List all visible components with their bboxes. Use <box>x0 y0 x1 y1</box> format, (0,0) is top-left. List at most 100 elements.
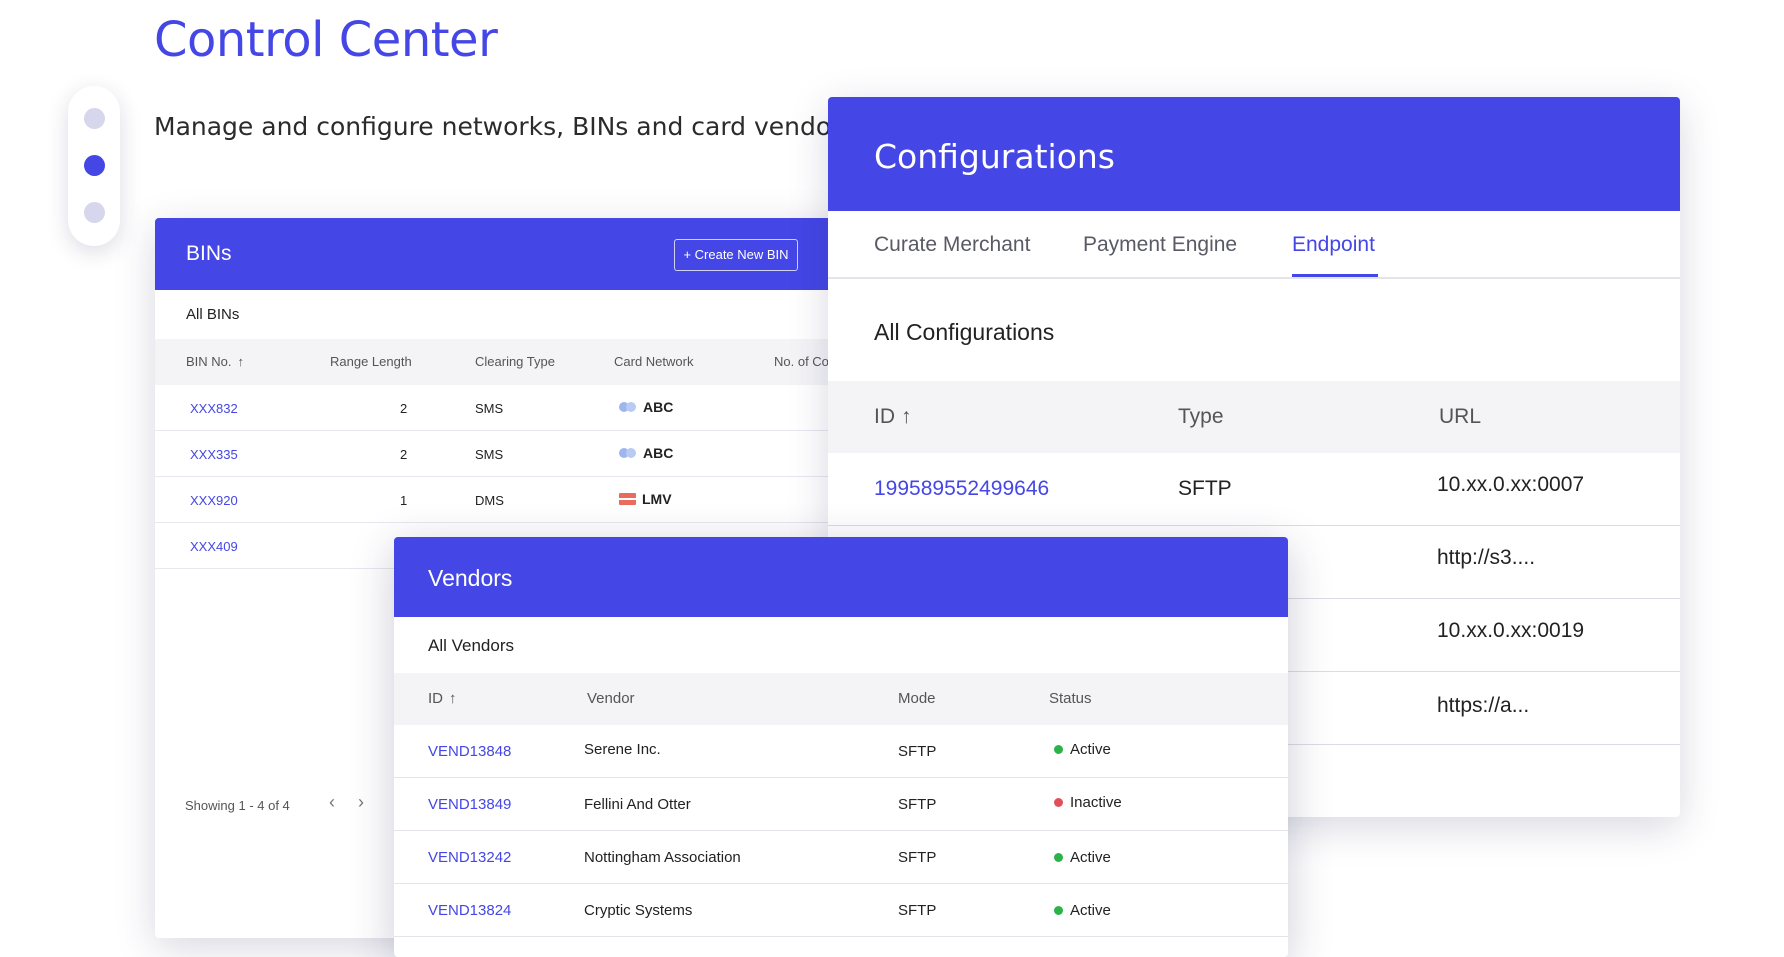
table-row[interactable]: XXX920 1 DMS LMV <box>155 477 915 523</box>
tab-payment-engine[interactable]: Payment Engine <box>1083 233 1237 257</box>
abc-network-icon <box>619 401 637 413</box>
vendors-col-id-label: ID <box>428 690 443 707</box>
bins-col-bin-no[interactable]: BIN No. ↑ <box>186 354 244 369</box>
card-network-label: LMV <box>642 491 672 507</box>
bins-col-range-length[interactable]: Range Length <box>330 354 412 369</box>
sort-arrow-icon: ↑ <box>901 405 912 428</box>
table-row[interactable]: 199589552499646 SFTP 10.xx.0.xx:0007 <box>828 453 1680 526</box>
configuration-url: 10.xx.0.xx:0007 <box>1437 473 1585 496</box>
page-title: Control Center <box>154 12 498 68</box>
sort-arrow-icon: ↑ <box>237 354 245 369</box>
status-badge: Inactive <box>1054 794 1122 811</box>
status-label: Active <box>1070 741 1111 758</box>
next-page-icon[interactable]: › <box>358 792 364 813</box>
vendors-card: Vendors All Vendors ID ↑ Vendor Mode Stat… <box>394 537 1288 957</box>
status-label: Active <box>1070 902 1111 919</box>
vendors-card-header: Vendors <box>394 537 1288 617</box>
status-label: Inactive <box>1070 794 1122 811</box>
card-network: LMV <box>619 491 672 507</box>
vendors-section-label: All Vendors <box>428 636 514 655</box>
configuration-url: http://s3.... <box>1437 546 1536 569</box>
card-network: ABC <box>619 445 673 461</box>
slide-pager <box>68 86 120 246</box>
bins-col-clearing-type[interactable]: Clearing Type <box>475 354 555 369</box>
active-tab-indicator <box>1292 274 1378 277</box>
clearing-type: SMS <box>475 447 504 462</box>
bin-number-link[interactable]: XXX409 <box>190 539 238 554</box>
table-row[interactable]: VEND13848 Serene Inc. SFTP Active <box>394 725 1288 778</box>
status-dot-icon <box>1054 853 1063 862</box>
prev-page-icon[interactable]: ‹ <box>329 792 335 813</box>
bin-number-link[interactable]: XXX335 <box>190 447 238 462</box>
vendor-name: Serene Inc. <box>584 741 661 758</box>
vendors-table-header: ID ↑ Vendor Mode Status <box>394 673 1288 725</box>
create-new-bin-button[interactable]: + Create New BIN <box>674 239 798 271</box>
clearing-type: SMS <box>475 401 504 416</box>
bins-col-card-network[interactable]: Card Network <box>614 354 693 369</box>
bins-title: BINs <box>186 242 232 265</box>
bins-card-header: BINs + Create New BIN <box>155 218 915 290</box>
bin-number-link[interactable]: XXX920 <box>190 493 238 508</box>
card-network-label: ABC <box>643 445 674 461</box>
bins-col-bin-no-label: BIN No. <box>186 354 232 369</box>
bin-number-link[interactable]: XXX832 <box>190 401 238 416</box>
configuration-id-link[interactable]: 199589552499646 <box>874 477 1049 501</box>
abc-network-icon <box>619 447 637 459</box>
vendor-mode: SFTP <box>898 902 937 919</box>
tab-curate-merchant[interactable]: Curate Merchant <box>874 233 1030 257</box>
configurations-table-header: ID ↑ Type URL <box>828 381 1680 453</box>
vendor-mode: SFTP <box>898 796 937 813</box>
vendor-mode: SFTP <box>898 743 937 760</box>
configurations-col-id[interactable]: ID ↑ <box>874 405 912 429</box>
vendor-id-link[interactable]: VEND13824 <box>428 902 511 919</box>
pager-dot-1[interactable] <box>84 108 105 129</box>
status-dot-icon <box>1054 906 1063 915</box>
bins-section-label: All BINs <box>186 306 240 323</box>
vendors-col-mode[interactable]: Mode <box>898 690 936 707</box>
range-length: 2 <box>400 401 408 416</box>
clearing-type: DMS <box>475 493 504 508</box>
vendors-col-status[interactable]: Status <box>1049 690 1092 707</box>
tab-endpoint[interactable]: Endpoint <box>1292 233 1375 257</box>
bins-table-header: BIN No. ↑ Range Length Clearing Type Card… <box>155 339 915 385</box>
table-row[interactable]: VEND13824 Cryptic Systems SFTP Active <box>394 884 1288 937</box>
configurations-col-id-label: ID <box>874 405 895 428</box>
pager-dot-2[interactable] <box>84 155 105 176</box>
vendor-name: Nottingham Association <box>584 849 741 866</box>
vendor-id-link[interactable]: VEND13242 <box>428 849 511 866</box>
configurations-card-header: Configurations <box>828 97 1680 211</box>
lmv-network-icon <box>619 493 636 505</box>
configuration-tabs: Curate Merchant Payment Engine Endpoint <box>828 211 1680 279</box>
range-length: 1 <box>400 493 408 508</box>
table-row[interactable]: XXX335 2 SMS ABC <box>155 431 915 477</box>
status-label: Active <box>1070 849 1111 866</box>
page-subtitle: Manage and configure networks, BINs and … <box>154 112 855 141</box>
vendor-name: Fellini And Otter <box>584 796 691 813</box>
configuration-url: https://a... <box>1437 694 1530 717</box>
vendors-col-id[interactable]: ID ↑ <box>428 690 457 707</box>
vendor-mode: SFTP <box>898 849 937 866</box>
vendors-col-vendor[interactable]: Vendor <box>587 690 635 707</box>
configuration-type: SFTP <box>1178 477 1232 500</box>
card-network-label: ABC <box>643 399 674 415</box>
configurations-col-type[interactable]: Type <box>1178 405 1224 429</box>
status-badge: Active <box>1054 741 1111 758</box>
configurations-col-url[interactable]: URL <box>1439 405 1481 429</box>
table-row[interactable]: XXX832 2 SMS ABC <box>155 385 915 431</box>
configuration-url: 10.xx.0.xx:0019 <box>1437 619 1585 642</box>
vendor-id-link[interactable]: VEND13848 <box>428 743 511 760</box>
vendor-id-link[interactable]: VEND13849 <box>428 796 511 813</box>
vendor-name: Cryptic Systems <box>584 902 693 919</box>
configurations-section-label: All Configurations <box>874 319 1055 345</box>
sort-arrow-icon: ↑ <box>449 690 457 707</box>
vendors-title: Vendors <box>428 565 513 591</box>
status-dot-icon <box>1054 798 1063 807</box>
table-row[interactable]: VEND13849 Fellini And Otter SFTP Inactiv… <box>394 778 1288 831</box>
status-dot-icon <box>1054 745 1063 754</box>
configurations-title: Configurations <box>874 137 1115 176</box>
pagination-summary: Showing 1 - 4 of 4 <box>185 798 290 813</box>
pager-dot-3[interactable] <box>84 202 105 223</box>
card-network: ABC <box>619 399 673 415</box>
range-length: 2 <box>400 447 408 462</box>
table-row[interactable]: VEND13242 Nottingham Association SFTP Ac… <box>394 831 1288 884</box>
